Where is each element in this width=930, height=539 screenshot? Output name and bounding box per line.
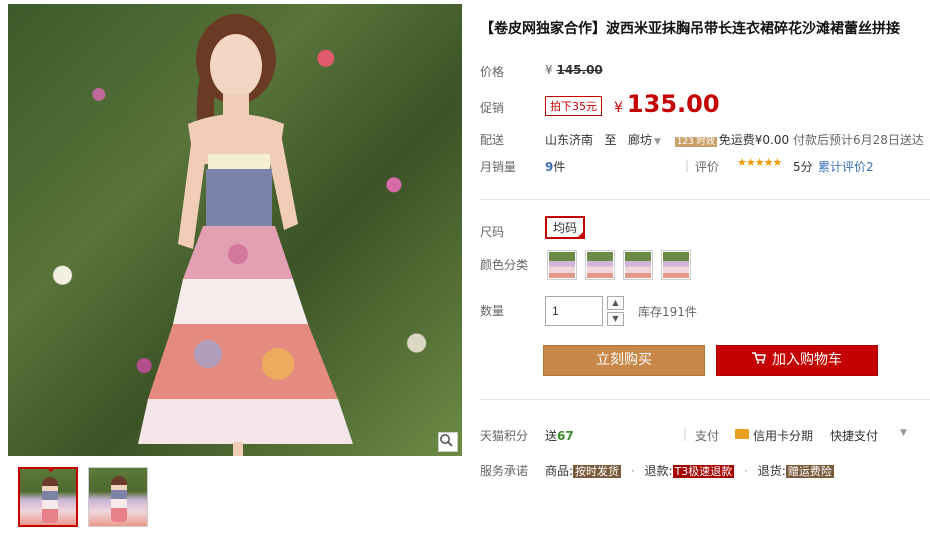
size-label: 尺码 [480, 225, 505, 239]
ship-to-word: 至 [604, 133, 617, 147]
product-title: 【卷皮网独家合作】波西米亚抹胸吊带长连衣裙碎花沙滩裙蕾丝拼接 [480, 21, 900, 37]
chevron-down-icon[interactable]: ▼ [900, 428, 907, 438]
service-tag[interactable]: 按时发货 [573, 465, 622, 478]
review-score: 5分 [793, 160, 813, 174]
buy-now-button[interactable]: 立刻购买 [543, 345, 705, 376]
service-item-label: 退货: [757, 464, 786, 478]
promo-label: 促销 [480, 101, 505, 115]
service-tag[interactable]: 赠运费险 [785, 465, 834, 478]
service-promises: 商品: 按时发货 · 退款: T3极速退款 · 退货: 赠运费险 [545, 462, 834, 479]
review-count-link[interactable]: 累计评价2 [818, 158, 874, 175]
main-product-photo[interactable] [8, 4, 462, 456]
divider: | [685, 158, 690, 172]
divider: | [683, 427, 688, 441]
color-options [547, 250, 691, 280]
promo-price: ¥135.00 [614, 90, 720, 118]
service-item-label: 退款: [644, 464, 673, 478]
quantity-up-button[interactable]: ▲ [607, 296, 624, 310]
model-figure [138, 14, 353, 456]
star-rating-icon: ★★★★★ [737, 156, 782, 169]
cart-icon [752, 346, 766, 375]
quantity-label: 数量 [480, 304, 505, 318]
add-to-cart-label: 加入购物车 [772, 352, 842, 368]
ship-note: 付款后预计6月28日送达 [792, 133, 924, 147]
quantity-down-button[interactable]: ▼ [607, 312, 624, 326]
service-tag[interactable]: T3极速退款 [672, 465, 735, 478]
color-option-3[interactable] [623, 250, 653, 280]
points-value: 送67 [545, 429, 574, 443]
thumbnail-list [18, 467, 148, 527]
promo-tag: 拍下35元 [545, 96, 602, 116]
product-gallery [8, 4, 462, 539]
sales-count: 9件 [545, 160, 566, 174]
color-option-4[interactable] [661, 250, 691, 280]
points-label: 天猫积分 [480, 429, 529, 443]
divider [480, 399, 930, 400]
size-option[interactable]: 均码 [545, 216, 586, 239]
color-option-2[interactable] [585, 250, 615, 280]
color-label: 颜色分类 [480, 258, 529, 272]
sales-label: 月销量 [480, 160, 517, 174]
thumbnail-2[interactable] [88, 467, 148, 527]
service-label: 服务承诺 [480, 464, 529, 478]
shipping-info: 山东济南 至 廊坊 ▼ 123 时效 免运费¥0.00 付款后预计6月28日送达 [545, 131, 924, 148]
divider: · [630, 464, 635, 478]
service-item-label: 商品: [545, 464, 574, 478]
shipping-label: 配送 [480, 133, 505, 147]
magnifier-icon[interactable] [438, 432, 458, 452]
quick-pay[interactable]: 快捷支付 [830, 427, 878, 444]
ship-badge: 123 时效 [674, 137, 717, 147]
quantity-input[interactable] [545, 296, 603, 326]
credit-installment[interactable]: 信用卡分期 [753, 427, 813, 444]
stock-text: 库存191件 [638, 305, 697, 319]
review-label: 评价 [695, 160, 720, 174]
divider: · [744, 464, 748, 478]
add-to-cart-button[interactable]: 加入购物车 [716, 345, 878, 376]
credit-card-icon [735, 429, 749, 439]
price-label: 价格 [480, 65, 505, 79]
color-option-1[interactable] [547, 250, 577, 280]
payment-label: 支付 [695, 429, 720, 443]
divider [480, 199, 930, 200]
chevron-down-icon[interactable]: ▼ [654, 137, 661, 147]
original-price: ¥ 145.00 [545, 63, 603, 77]
ship-from: 山东济南 [545, 133, 594, 147]
ship-fee: 免运费¥0.00 [718, 133, 790, 147]
ship-to-select[interactable]: 廊坊 [628, 133, 652, 147]
thumbnail-1[interactable] [18, 467, 78, 527]
